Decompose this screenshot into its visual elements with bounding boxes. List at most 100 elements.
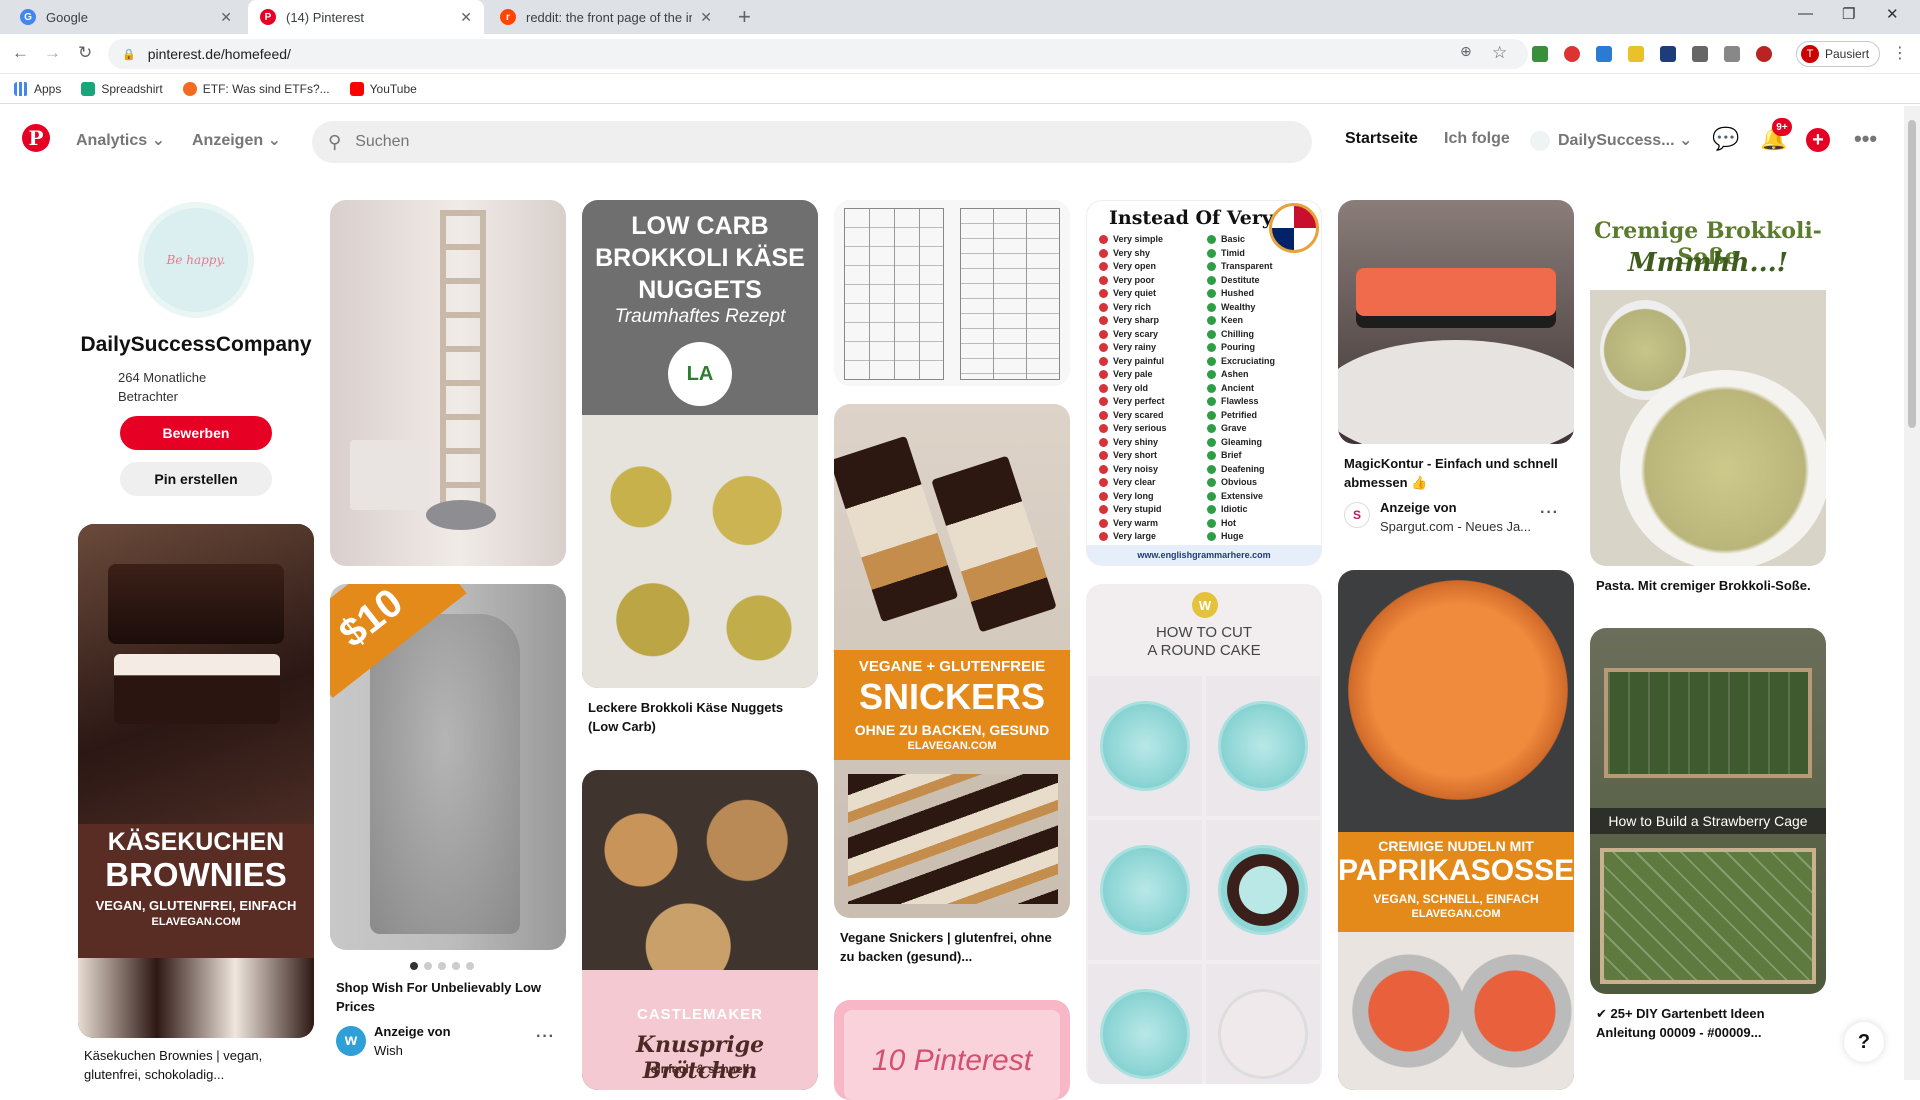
browser-profile-button[interactable]: T Pausiert	[1796, 41, 1880, 67]
bookmark-apps[interactable]: Apps	[14, 81, 61, 96]
anzeigen-menu[interactable]: Anzeigen ⌄	[192, 130, 281, 150]
ad-attribution[interactable]: Anzeige von Wish	[374, 1022, 451, 1060]
new-tab-icon[interactable]: +	[738, 4, 751, 30]
pin-title[interactable]: Leckere Brokkoli Käse Nuggets (Low Carb)	[588, 698, 812, 736]
pin-paprika-nudeln[interactable]: CREMIGE NUDELN MIT PAPRIKASOSSE VEGAN, S…	[1338, 570, 1574, 1090]
word-text: Gleaming	[1221, 436, 1263, 447]
bookmark-youtube[interactable]: YouTube	[349, 81, 417, 96]
back-icon[interactable]: ←	[12, 43, 29, 63]
word-row: Very poor	[1099, 274, 1167, 288]
pin-jacket-ad[interactable]: $10	[330, 584, 566, 950]
close-window-icon[interactable]: ✕	[1886, 5, 1899, 23]
word-row: Very sharp	[1099, 314, 1167, 328]
nav-startseite[interactable]: Startseite	[1345, 130, 1418, 148]
extension-icon[interactable]	[1724, 46, 1740, 62]
url-field[interactable]: 🔒 pinterest.de/homefeed/	[108, 39, 1528, 69]
browser-menu-icon[interactable]: ⋮	[1892, 43, 1908, 63]
pin-planner-template[interactable]	[834, 200, 1070, 386]
contour-gauge-image	[1356, 268, 1556, 328]
carousel-dot[interactable]	[452, 962, 460, 970]
carousel-dot[interactable]	[466, 962, 474, 970]
pin-wall-bars-room[interactable]	[330, 200, 566, 566]
carousel-dot[interactable]	[424, 962, 432, 970]
chevron-down-icon: ⌄	[151, 132, 165, 149]
bookmark-etf[interactable]: ETF: Was sind ETFs?...	[182, 81, 330, 96]
extension-icon[interactable]	[1692, 46, 1708, 62]
pin-title[interactable]: Shop Wish For Unbelievably Low Prices	[336, 978, 560, 1016]
check-icon	[1207, 302, 1216, 312]
page-scrollbar[interactable]	[1904, 106, 1920, 1080]
pin-brokkoli-nuggets[interactable]: LOW CARB BROKKOLI KÄSE NUGGETS Traumhaft…	[582, 200, 818, 688]
install-icon[interactable]: ⊕	[1460, 43, 1472, 60]
check-icon	[1207, 451, 1216, 461]
create-plus-icon[interactable]: +	[1806, 128, 1830, 152]
pin-strawberry-cage[interactable]: How to Build a Strawberry Cage	[1590, 628, 1826, 994]
word-text: Hushed	[1221, 288, 1255, 298]
carousel-dots[interactable]	[410, 962, 474, 970]
close-tab-icon[interactable]: ✕	[220, 9, 232, 26]
extension-icon[interactable]	[1564, 46, 1580, 62]
word-text: Very simple	[1113, 234, 1164, 244]
close-tab-icon[interactable]: ✕	[700, 9, 712, 26]
pin-overlay-text: VEGAN, SCHNELL, EINFACH	[1373, 892, 1539, 906]
reload-icon[interactable]: ↻	[78, 43, 92, 63]
carousel-dot-active[interactable]	[410, 962, 418, 970]
account-switcher[interactable]: DailySuccess... ⌄	[1530, 130, 1692, 151]
pin-magickontur-ad[interactable]	[1338, 200, 1574, 444]
pin-brownies[interactable]: KÄSEKUCHEN BROWNIES VEGAN, GLUTENFREI, E…	[78, 524, 314, 1038]
pin-title[interactable]: Pasta. Mit cremiger Brokkoli-Soße.	[1596, 576, 1820, 595]
blender-image	[1338, 932, 1574, 1090]
check-icon	[1207, 410, 1216, 420]
messages-icon[interactable]: 💬	[1712, 126, 1739, 152]
extension-icon[interactable]	[1628, 46, 1644, 62]
cake-step	[1206, 964, 1320, 1084]
snickers-bar	[834, 435, 959, 623]
pin-10-pinterest[interactable]: 10 Pinterest	[834, 1000, 1070, 1100]
ad-attribution[interactable]: Anzeige von Spargut.com - Neues Ja...	[1380, 498, 1531, 536]
promote-button[interactable]: Bewerben	[120, 416, 272, 450]
advertiser-avatar[interactable]: S	[1344, 502, 1370, 528]
pin-title[interactable]: Vegane Snickers | glutenfrei, ohne zu ba…	[840, 928, 1064, 966]
restore-icon[interactable]: ❐	[1842, 5, 1855, 23]
cross-icon	[1099, 518, 1108, 528]
more-options-icon[interactable]: ···	[536, 1028, 555, 1046]
tab-google[interactable]: G Google ✕	[8, 0, 244, 34]
more-options-icon[interactable]: •••	[1854, 126, 1877, 152]
word-text: Very painful	[1113, 355, 1165, 366]
pin-title[interactable]: ✔ 25+ DIY Gartenbett Ideen Anleitung 000…	[1596, 1004, 1820, 1042]
pin-title[interactable]: MagicKontur - Einfach und schnell abmess…	[1344, 454, 1568, 492]
minimize-icon[interactable]: —	[1798, 5, 1813, 22]
close-tab-icon[interactable]: ✕	[460, 9, 472, 26]
create-pin-button[interactable]: Pin erstellen	[120, 462, 272, 496]
advertiser-avatar[interactable]: w	[336, 1026, 366, 1056]
carousel-dot[interactable]	[438, 962, 446, 970]
tab-reddit[interactable]: r reddit: the front page of the inte ✕	[488, 0, 724, 34]
pin-vegan-snickers[interactable]: VEGANE + GLUTENFREIE SNICKERS OHNE ZU BA…	[834, 404, 1070, 918]
forward-icon[interactable]: →	[44, 43, 61, 63]
scrollbar-thumb[interactable]	[1908, 120, 1916, 428]
more-options-icon[interactable]: ···	[1540, 504, 1559, 522]
profile-name[interactable]: DailySuccessCompany	[78, 333, 314, 357]
pin-instead-of-very[interactable]: Instead Of Very Very simple Very shy Very …	[1086, 200, 1322, 566]
word-text: Very shy	[1113, 247, 1151, 258]
tab-pinterest[interactable]: P (14) Pinterest ✕	[248, 0, 484, 34]
extension-icon[interactable]	[1532, 46, 1548, 62]
pin-round-cake[interactable]: W HOW TO CUT A ROUND CAKE	[1086, 584, 1322, 1084]
help-button[interactable]: ?	[1844, 1022, 1884, 1062]
extension-icon[interactable]	[1596, 46, 1612, 62]
search-input[interactable]: ⚲ Suchen	[312, 121, 1312, 163]
bookmark-spreadshirt[interactable]: Spreadshirt	[81, 81, 163, 96]
analytics-menu[interactable]: Analytics ⌄	[76, 130, 165, 150]
bookmark-star-icon[interactable]: ☆	[1492, 43, 1507, 63]
nav-ich-folge[interactable]: Ich folge	[1444, 130, 1510, 148]
pin-brokkoli-sosse[interactable]: Cremige Brokkoli-Soße Mmmhh...!	[1590, 200, 1826, 566]
pin-broetchen[interactable]: CASTLEMAKER Knusprige Brötchen einfach &…	[582, 770, 818, 1090]
word-row: Petrified	[1207, 409, 1275, 423]
extension-icon[interactable]	[1756, 46, 1772, 62]
cake-step	[1088, 964, 1202, 1084]
pin-title[interactable]: Käsekuchen Brownies | vegan, glutenfrei,…	[84, 1046, 308, 1084]
profile-avatar[interactable]: Be happy.	[138, 202, 254, 318]
check-icon	[1207, 478, 1216, 488]
pinterest-logo-icon[interactable]: P	[22, 124, 50, 152]
extension-icon[interactable]	[1660, 46, 1676, 62]
